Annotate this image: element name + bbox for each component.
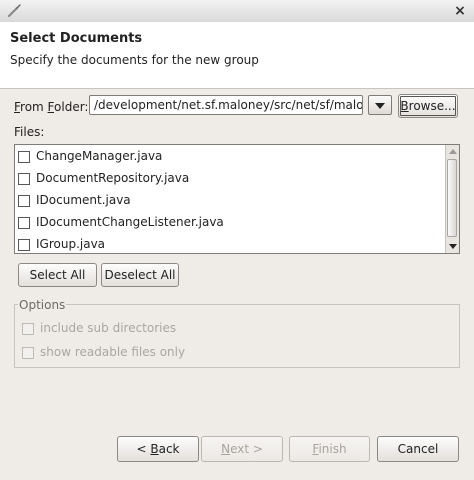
next-label: ext >: [230, 442, 263, 456]
file-checkbox[interactable]: [18, 239, 30, 251]
arrow-down-icon: [449, 244, 457, 249]
file-name: ChangeManager.java: [36, 149, 163, 163]
browse-button[interactable]: Browse...: [398, 94, 458, 118]
back-mnemonic: B: [150, 442, 159, 456]
list-item[interactable]: IDocumentChangeListener.java: [15, 212, 443, 234]
wizard-header: Select Documents Specify the documents f…: [0, 22, 474, 89]
file-name: IGroup.java: [36, 237, 106, 251]
include-sub-directories-label: include sub directories: [40, 321, 177, 335]
file-name: IDocumentChangeListener.java: [36, 215, 224, 229]
file-checkbox[interactable]: [18, 195, 30, 207]
browse-mnemonic: B: [400, 99, 409, 113]
scroll-down-button[interactable]: [447, 240, 458, 252]
list-item[interactable]: DocumentRepository.java: [15, 168, 443, 190]
show-readable-label: show readable files only: [40, 345, 186, 359]
scrollbar-thumb[interactable]: [447, 159, 457, 237]
page-title: Select Documents: [10, 31, 143, 46]
scroll-up-button[interactable]: [447, 146, 458, 158]
cancel-button[interactable]: Cancel: [377, 436, 459, 462]
back-prefix: <: [136, 442, 151, 456]
next-button[interactable]: Next >: [201, 436, 283, 462]
from-folder-label-end: older:: [54, 100, 89, 114]
file-checkbox[interactable]: [18, 151, 30, 163]
show-readable-checkbox[interactable]: [22, 347, 34, 359]
from-folder-label-part: rom: [20, 100, 48, 114]
close-icon[interactable]: ×: [452, 3, 468, 19]
arrow-up-icon: [449, 149, 457, 154]
file-name: IDocument.java: [36, 193, 131, 207]
from-folder-label: From Folder:: [14, 100, 88, 114]
folder-path-input[interactable]: /development/net.sf.maloney/src/net/sf/m…: [89, 95, 363, 115]
file-list[interactable]: ChangeManager.java DocumentRepository.ja…: [14, 144, 460, 254]
finish-button[interactable]: Finish: [289, 436, 370, 462]
file-checkbox[interactable]: [18, 217, 30, 229]
chevron-down-icon: [375, 103, 385, 109]
back-label: ack: [158, 442, 180, 456]
wizard-icon: [7, 4, 21, 18]
file-checkbox[interactable]: [18, 173, 30, 185]
include-sub-directories-checkbox[interactable]: [22, 323, 34, 335]
options-legend: Options: [18, 298, 67, 312]
list-item[interactable]: IGroup.java: [15, 234, 443, 253]
file-name: DocumentRepository.java: [36, 171, 190, 185]
back-button[interactable]: < Back: [117, 436, 199, 462]
page-description: Specify the documents for the new group: [10, 53, 259, 67]
folder-dropdown-button[interactable]: [368, 95, 392, 115]
select-all-button[interactable]: Select All: [18, 263, 97, 287]
next-mnemonic: N: [221, 442, 231, 456]
browse-label: rowse...: [408, 99, 456, 113]
list-item[interactable]: ChangeManager.java: [15, 146, 443, 168]
files-label: Files:: [14, 125, 45, 139]
list-item[interactable]: IDocument.java: [15, 190, 443, 212]
file-list-scrollbar[interactable]: [445, 145, 459, 253]
finish-label: inish: [318, 442, 347, 456]
deselect-all-button[interactable]: Deselect All: [101, 263, 179, 287]
title-bar: ×: [0, 0, 474, 23]
